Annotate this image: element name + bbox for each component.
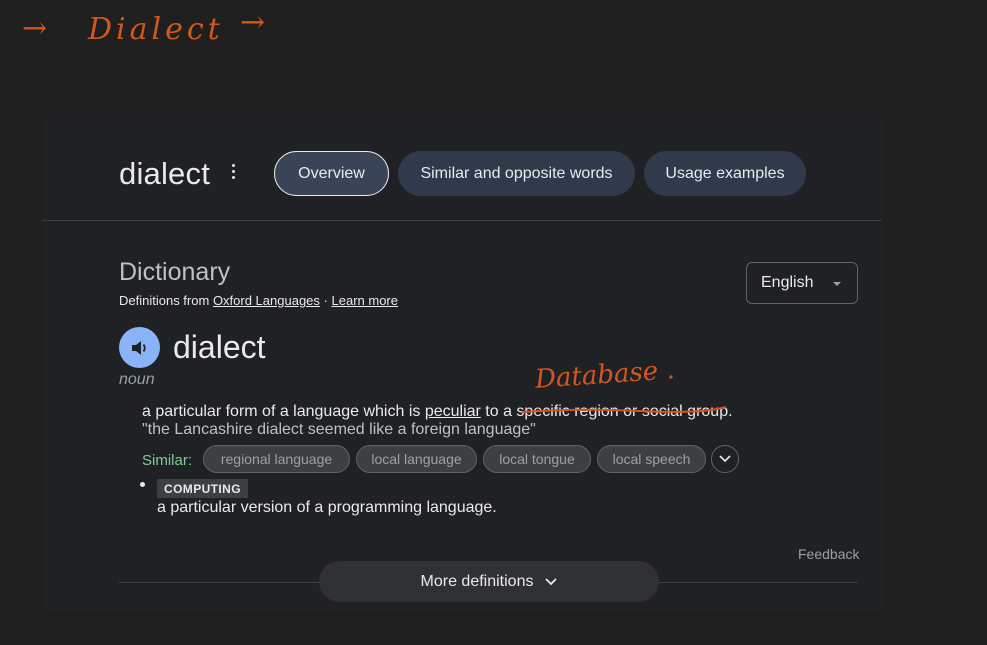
tab-usage-examples[interactable]: Usage examples xyxy=(644,151,806,196)
learn-more-link[interactable]: Learn more xyxy=(332,293,398,308)
tab-similar-opposite[interactable]: Similar and opposite words xyxy=(398,151,635,196)
header: dialect Overview Similar and opposite wo… xyxy=(42,120,882,221)
more-options-icon[interactable] xyxy=(230,164,236,182)
similar-label: Similar: xyxy=(142,452,193,469)
annotation-right-arrow: → xyxy=(240,5,266,40)
dictionary-panel: dialect Overview Similar and opposite wo… xyxy=(42,120,882,612)
definition-2: a particular version of a programming la… xyxy=(157,499,497,516)
annotation-strikethrough xyxy=(521,406,727,413)
tab-overview[interactable]: Overview xyxy=(274,151,389,196)
similar-chip[interactable]: regional language xyxy=(203,445,350,473)
expand-similar-button[interactable] xyxy=(711,445,739,473)
similar-chip[interactable]: local tongue xyxy=(483,445,591,473)
example-1: "the Lancashire dialect seemed like a fo… xyxy=(142,421,536,438)
chevron-down-icon xyxy=(545,577,558,585)
source-line: Definitions from Oxford Languages · Lear… xyxy=(119,293,398,308)
definition-1-before: a particular form of a language which is xyxy=(142,403,425,420)
annotation-left-arrow: → xyxy=(22,11,48,46)
domain-badge: COMPUTING xyxy=(157,479,248,498)
feedback-link[interactable]: Feedback xyxy=(798,546,859,562)
oxford-languages-link[interactable]: Oxford Languages xyxy=(213,293,320,308)
list-bullet xyxy=(140,482,145,487)
pronunciation-button[interactable] xyxy=(119,327,160,368)
annotation-word: Dialect xyxy=(88,12,224,47)
separator: · xyxy=(323,293,328,308)
speaker-icon xyxy=(131,340,146,355)
source-prefix: Definitions from xyxy=(119,293,210,308)
section-title: Dictionary xyxy=(119,258,231,286)
search-term: dialect xyxy=(119,156,211,191)
part-of-speech: noun xyxy=(119,371,155,388)
more-definitions-button[interactable]: More definitions xyxy=(319,561,659,602)
headword: dialect xyxy=(173,329,266,365)
caret-down-icon xyxy=(833,282,841,286)
definition-1-underlined[interactable]: peculiar xyxy=(425,403,481,420)
similar-chip[interactable]: local language xyxy=(356,445,477,473)
chevron-down-icon xyxy=(719,455,731,463)
language-select[interactable]: English xyxy=(746,262,858,304)
more-definitions-label: More definitions xyxy=(420,572,534,590)
similar-chip[interactable]: local speech xyxy=(597,445,706,473)
language-value: English xyxy=(761,274,814,291)
